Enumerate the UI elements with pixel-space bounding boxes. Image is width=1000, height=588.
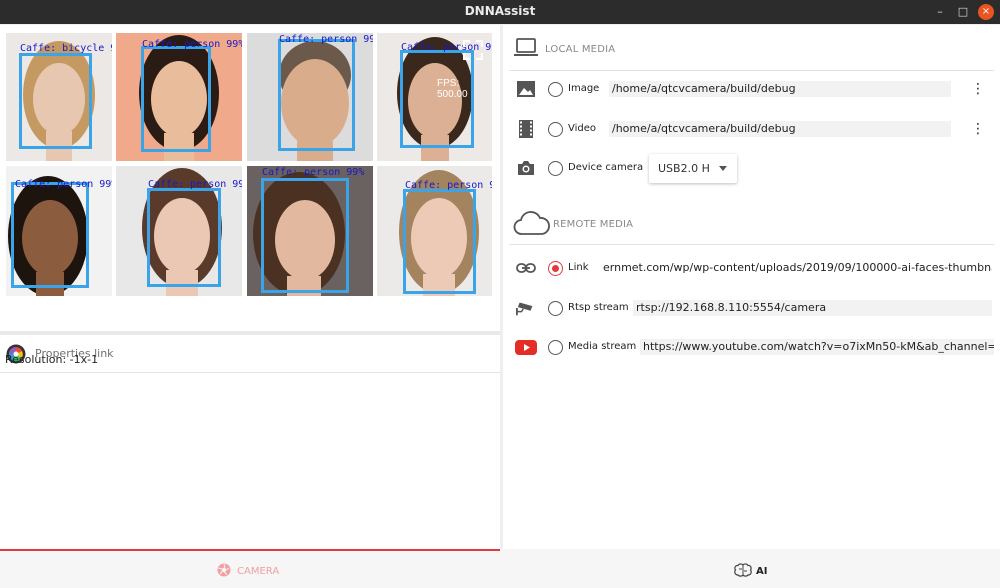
- tab-ai-label: AI: [756, 566, 768, 577]
- maximize-button[interactable]: □: [955, 4, 971, 20]
- detection-box: [141, 46, 211, 152]
- link-label: Link: [568, 262, 589, 273]
- preview-tile: Caffe: person 99%: [116, 166, 242, 296]
- media-stream-row: Media stream https://www.youtube.com/wat…: [503, 334, 1000, 360]
- preview-tile: Caffe: person 99%: [6, 166, 112, 296]
- remote-media-header: REMOTE MEDIA: [503, 205, 1000, 245]
- detection-label: Caffe: person 99%: [142, 39, 242, 50]
- resolution-text: Resolution: -1x-1: [5, 353, 99, 366]
- media-source-pane: LOCAL MEDIA Image /home/a/qtcvcamera/bui…: [503, 25, 1000, 549]
- preview-tile: Caffe: bicycle 99%: [6, 33, 112, 161]
- video-label: Video: [568, 123, 597, 134]
- preview-tile: Caffe: person 99%: [116, 33, 242, 161]
- link-icon: [516, 263, 536, 273]
- image-path-field[interactable]: /home/a/qtcvcamera/build/debug: [609, 81, 951, 97]
- video-path-field[interactable]: /home/a/qtcvcamera/build/debug: [609, 121, 951, 137]
- rtsp-radio[interactable]: [548, 301, 563, 316]
- detection-label: Caffe: person 99%: [148, 179, 242, 190]
- image-label: Image: [568, 83, 600, 94]
- brain-icon: [734, 563, 752, 577]
- device-camera-label: Device camera: [568, 162, 644, 173]
- laptop-icon: [514, 38, 538, 56]
- camera-pane: Caffe: bicycle 99% Caffe: person 99% Caf…: [0, 25, 500, 549]
- preview-tile: Caffe: person 99% FPS: 500.00: [377, 33, 492, 161]
- chevron-down-icon: [719, 166, 727, 171]
- tab-camera[interactable]: CAMERA: [0, 549, 500, 588]
- cloud-icon: [513, 211, 550, 235]
- camera-icon: [518, 161, 534, 175]
- device-camera-row: Device camera USB2.0 HD UVC WebCam: [503, 154, 1000, 183]
- image-icon: [517, 81, 535, 97]
- close-button[interactable]: ×: [978, 4, 994, 20]
- title-bar: DNNAssist – □ ×: [0, 0, 1000, 24]
- preview-tile: Caffe: person 99%: [377, 166, 492, 296]
- film-icon: [519, 120, 533, 138]
- window-title: DNNAssist: [464, 4, 536, 18]
- video-more-icon[interactable]: ⋮: [971, 122, 985, 138]
- remote-media-title: REMOTE MEDIA: [553, 219, 634, 230]
- detection-box: [19, 53, 92, 149]
- media-stream-url-field[interactable]: https://www.youtube.com/watch?v=o7ixMn50…: [640, 339, 994, 355]
- image-source-row: Image /home/a/qtcvcamera/build/debug ⋮: [503, 76, 1000, 102]
- detection-box: [147, 188, 221, 287]
- fullscreen-icon[interactable]: [463, 40, 483, 60]
- device-camera-radio[interactable]: [548, 161, 563, 176]
- camera-select-value: USB2.0 HD UVC WebCam: [658, 162, 710, 175]
- detection-box: [278, 39, 355, 151]
- video-source-row: Video /home/a/qtcvcamera/build/debug ⋮: [503, 116, 1000, 142]
- video-radio[interactable]: [548, 122, 563, 137]
- preview-tile: Caffe: person 99%: [247, 33, 373, 161]
- rtsp-url-field[interactable]: rtsp://192.168.8.110:5554/camera: [633, 300, 992, 316]
- camera-select[interactable]: USB2.0 HD UVC WebCam: [649, 154, 737, 183]
- image-radio[interactable]: [548, 82, 563, 97]
- divider: [0, 331, 500, 335]
- detection-label: Caffe: person 99%: [262, 167, 365, 178]
- media-stream-radio[interactable]: [548, 340, 563, 355]
- detection-label: Caffe: person 99%: [15, 179, 112, 190]
- detection-box: [11, 182, 89, 288]
- detection-label: Caffe: bicycle 99%: [20, 43, 112, 54]
- link-source-row: Link ernmet.com/wp/wp-content/uploads/20…: [503, 255, 1000, 281]
- tab-indicator: [0, 549, 500, 551]
- link-url-field[interactable]: ernmet.com/wp/wp-content/uploads/2019/09…: [600, 260, 992, 276]
- bottom-tab-bar: CAMERA AI: [0, 549, 1000, 588]
- detection-label: Caffe: person 99%: [405, 180, 492, 191]
- fps-counter: FPS: 500.00: [437, 78, 468, 100]
- minimize-button[interactable]: –: [932, 4, 948, 20]
- divider: [509, 70, 994, 71]
- local-media-header: LOCAL MEDIA: [503, 31, 1000, 71]
- detection-box: [261, 178, 349, 293]
- cctv-icon: [516, 302, 533, 316]
- detection-preview-grid: Caffe: bicycle 99% Caffe: person 99% Caf…: [0, 33, 492, 323]
- detection-box: [403, 189, 476, 294]
- link-radio[interactable]: [548, 261, 563, 276]
- rtsp-label: Rtsp stream: [568, 302, 629, 313]
- aperture-icon: [217, 563, 231, 577]
- tab-camera-label: CAMERA: [237, 566, 280, 577]
- preview-tile: Caffe: person 99%: [247, 166, 373, 296]
- image-more-icon[interactable]: ⋮: [971, 82, 985, 98]
- local-media-title: LOCAL MEDIA: [545, 44, 616, 55]
- rtsp-source-row: Rtsp stream rtsp://192.168.8.110:5554/ca…: [503, 295, 1000, 321]
- youtube-icon: [515, 340, 537, 355]
- divider: [509, 244, 994, 245]
- tab-ai[interactable]: AI: [500, 549, 1000, 588]
- detection-label: Caffe: person 99%: [279, 34, 373, 45]
- media-stream-label: Media stream: [568, 341, 637, 352]
